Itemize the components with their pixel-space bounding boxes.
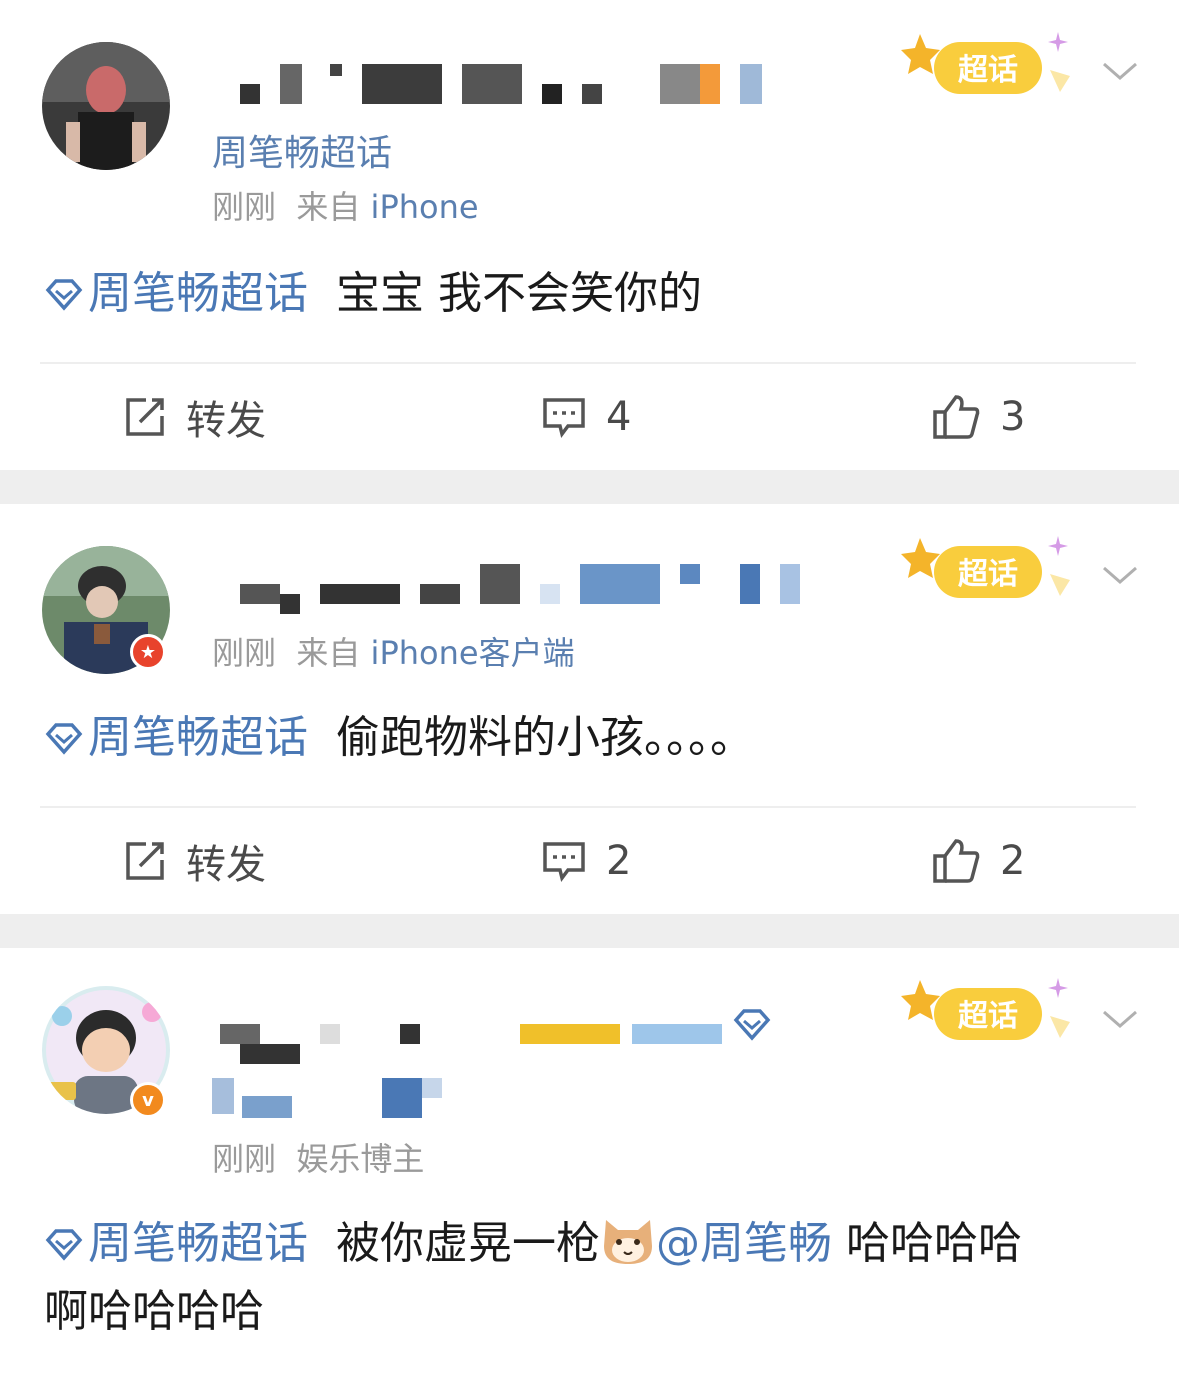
post-meta: 刚刚 娱乐博主 (212, 1134, 424, 1180)
post-card-3[interactable]: v 刚刚 娱乐博主 超话 周笔畅超话 被你虚晃一枪 @周笔畅 哈哈哈哈 啊哈哈哈哈 (0, 948, 1179, 1377)
repost-button[interactable]: 转发 (124, 816, 266, 906)
like-count: 2 (1000, 838, 1026, 884)
chevron-down-icon[interactable] (1100, 1004, 1140, 1034)
like-count: 3 (1000, 394, 1026, 440)
verified-badge-icon: ★ (130, 634, 166, 670)
post-card-1[interactable]: 周笔畅超话 刚刚 来自 iPhone 超话 周笔畅超话 宝宝 我不会笑你的 转发… (0, 0, 1179, 470)
super-topic-link[interactable]: 周笔畅超话 (212, 124, 392, 176)
divider (40, 806, 1136, 808)
post-source[interactable]: iPhone (371, 188, 479, 226)
post-separator (0, 470, 1179, 504)
mention-link[interactable]: @周笔畅 (656, 1218, 832, 1269)
post-content: 周笔畅超话 被你虚晃一枪 @周笔畅 哈哈哈哈 啊哈哈哈哈 (44, 1210, 1144, 1346)
comment-icon (543, 842, 585, 882)
svg-text:超话: 超话 (958, 53, 1018, 88)
chaohua-badge[interactable]: 超话 (900, 532, 1080, 612)
post-content: 周笔畅超话 宝宝 我不会笑你的 (44, 260, 1144, 328)
thumbs-up-icon (933, 395, 980, 439)
post-text: 偷跑物料的小孩。。。。 (335, 712, 754, 763)
like-button[interactable]: 3 (932, 372, 1025, 462)
chevron-down-icon[interactable] (1100, 56, 1140, 86)
post-content: 周笔畅超话 偷跑物料的小孩。。。。 (44, 704, 1144, 772)
share-icon (126, 398, 164, 436)
chevron-down-icon[interactable] (1100, 560, 1140, 590)
svg-text:超话: 超话 (958, 557, 1018, 592)
post-time: 刚刚 (212, 1140, 277, 1178)
post-source[interactable]: iPhone客户端 (371, 634, 575, 672)
comment-count: 2 (606, 838, 632, 884)
post-text-cont: 哈哈哈哈 (831, 1218, 1022, 1269)
comment-button[interactable]: 4 (542, 372, 631, 462)
comment-count: 4 (606, 394, 632, 440)
post-meta: 刚刚 来自 iPhone (212, 182, 479, 228)
cat-emoji-icon (603, 1220, 652, 1264)
share-icon (126, 842, 164, 880)
repost-button[interactable]: 转发 (124, 372, 266, 462)
post-card-2[interactable]: ★ 刚刚 来自 iPhone客户端 超话 周笔畅超话 偷跑物料的小孩。。。。 转… (0, 504, 1179, 914)
diamond-icon (733, 1009, 771, 1041)
repost-label: 转发 (186, 842, 266, 888)
topic-tag[interactable]: 周笔畅超话 (44, 268, 308, 319)
topic-tag[interactable]: 周笔畅超话 (44, 712, 308, 763)
post-meta: 刚刚 来自 iPhone客户端 (212, 628, 575, 674)
chaohua-badge[interactable]: 超话 (900, 28, 1080, 108)
action-bar: 转发 4 3 (0, 372, 1179, 462)
username-redacted[interactable] (240, 62, 780, 106)
post-from-label: 来自 (296, 634, 361, 672)
thumbs-up-icon (933, 839, 980, 883)
chaohua-badge[interactable]: 超话 (900, 974, 1080, 1054)
diamond-icon (45, 1229, 83, 1261)
post-from-label: 来自 (296, 188, 361, 226)
post-text-line2: 啊哈哈哈哈 (44, 1286, 264, 1337)
diamond-icon (45, 279, 83, 311)
comment-button[interactable]: 2 (542, 816, 631, 906)
like-button[interactable]: 2 (932, 816, 1025, 906)
diamond-icon (45, 723, 83, 755)
divider (40, 362, 1136, 364)
action-bar: 转发 2 2 (0, 816, 1179, 906)
username-redacted[interactable] (220, 1020, 780, 1064)
repost-label: 转发 (186, 398, 266, 444)
post-text: 被你虚晃一枪 (335, 1218, 600, 1269)
topic-line-redacted[interactable] (212, 1074, 452, 1118)
topic-tag[interactable]: 周笔畅超话 (44, 1218, 308, 1269)
post-role: 娱乐博主 (296, 1140, 425, 1178)
verified-badge-icon: v (130, 1082, 166, 1118)
comment-icon (543, 398, 585, 438)
post-time: 刚刚 (212, 188, 277, 226)
username-redacted[interactable] (240, 564, 800, 614)
avatar[interactable] (42, 42, 170, 170)
svg-text:超话: 超话 (958, 999, 1018, 1034)
post-separator (0, 914, 1179, 948)
post-time: 刚刚 (212, 634, 277, 672)
post-text: 宝宝 我不会笑你的 (335, 268, 702, 319)
